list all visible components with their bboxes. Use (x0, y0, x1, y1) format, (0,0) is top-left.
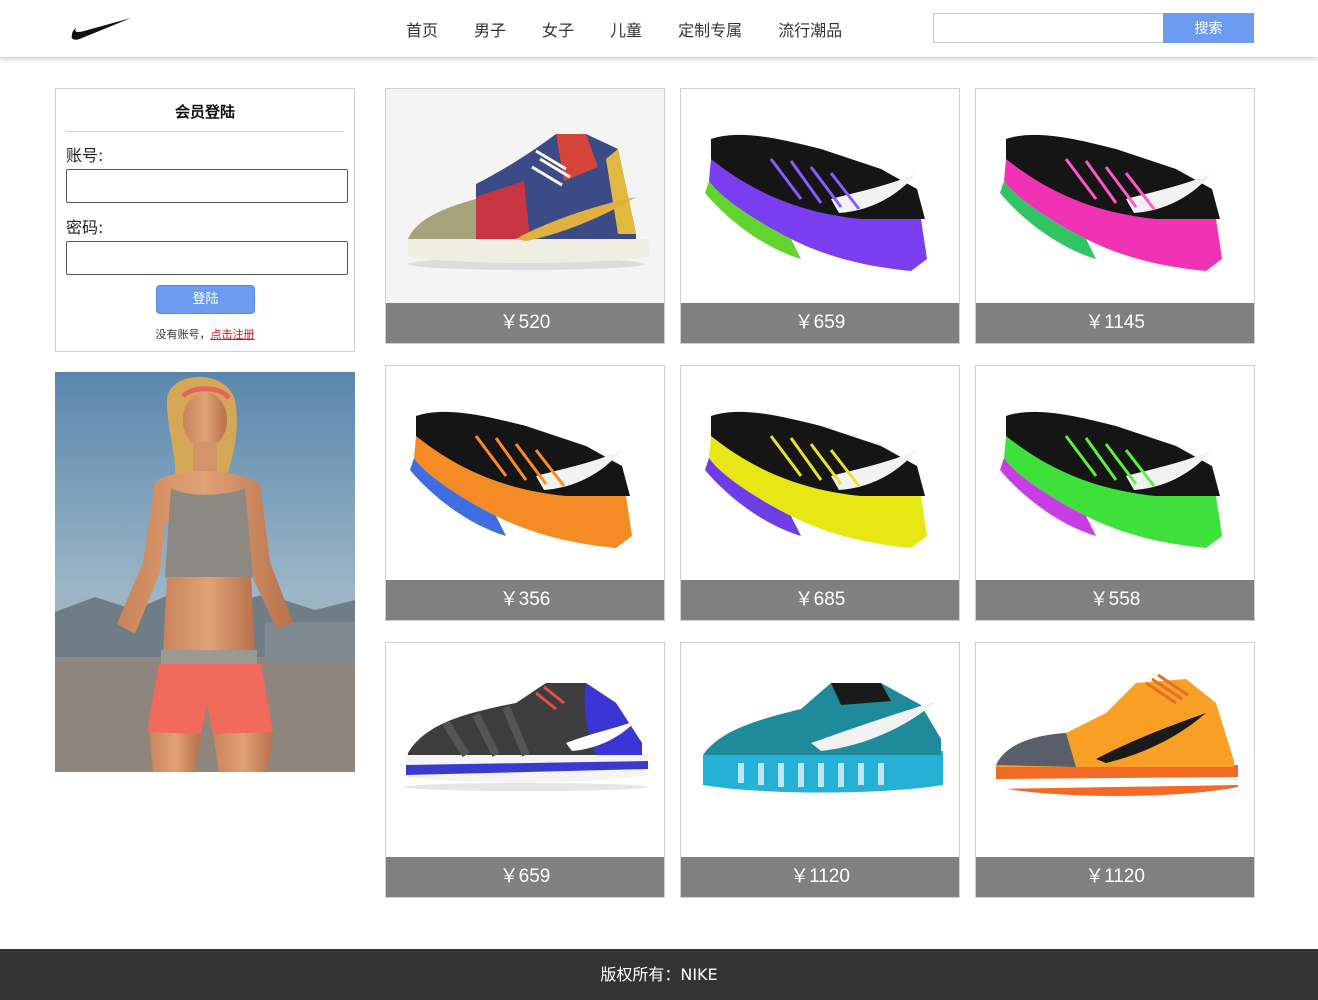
search-button[interactable]: 搜索 (1163, 13, 1254, 43)
nav-item-men[interactable]: 男子 (474, 17, 506, 41)
nav-item-custom[interactable]: 定制专属 (678, 17, 742, 41)
nav-item-kids[interactable]: 儿童 (610, 17, 642, 41)
price-label: ￥1145 (976, 303, 1254, 343)
nav-item-women[interactable]: 女子 (542, 17, 574, 41)
password-label: 密码: (66, 218, 104, 237)
nav-item-home[interactable]: 首页 (406, 17, 438, 41)
login-title: 会员登陆 (66, 101, 344, 132)
top-header: 首页 男子 女子 儿童 定制专属 流行潮品 搜索 (0, 0, 1318, 57)
copyright-text: 版权所有：NIKE (600, 965, 718, 984)
price-label: ￥1120 (681, 857, 959, 897)
product-card[interactable]: ￥659 (385, 642, 665, 898)
product-card[interactable]: ￥520 (385, 88, 665, 344)
price-label: ￥1120 (976, 857, 1254, 897)
product-card[interactable]: ￥1120 (975, 642, 1255, 898)
login-button[interactable]: 登陆 (156, 285, 255, 314)
nike-logo-icon[interactable] (70, 14, 132, 42)
account-field[interactable] (66, 169, 348, 203)
product-card[interactable]: ￥1120 (680, 642, 960, 898)
main-nav: 首页 男子 女子 儿童 定制专属 流行潮品 (388, 0, 860, 57)
product-card[interactable]: ￥1145 (975, 88, 1255, 344)
password-field[interactable] (66, 241, 348, 275)
price-label: ￥685 (681, 580, 959, 620)
footer: 版权所有：NIKE (0, 949, 1318, 1000)
air-max-black-green-purple-sneaker-image (681, 89, 959, 303)
air-max-black-blue-orange-sneaker-image (386, 366, 664, 580)
register-prompt: 没有账号， (155, 328, 211, 341)
register-link[interactable]: 点击注册 (211, 328, 255, 341)
air-max-black-green-pink-sneaker-image (976, 89, 1254, 303)
price-label: ￥520 (386, 303, 664, 343)
search-bar: 搜索 (933, 13, 1254, 43)
kobe-orange-sneaker-image (976, 643, 1254, 857)
flyknit-max-teal-sneaker-image (681, 643, 959, 857)
product-card[interactable]: ￥659 (680, 88, 960, 344)
member-login-panel: 会员登陆 账号: 密码: 登陆 没有账号，点击注册 (55, 88, 355, 352)
product-card[interactable]: ￥558 (975, 365, 1255, 621)
register-line: 没有账号，点击注册 (56, 326, 354, 342)
price-label: ￥659 (681, 303, 959, 343)
nav-item-trends[interactable]: 流行潮品 (778, 17, 842, 41)
search-input[interactable] (933, 13, 1163, 43)
price-label: ￥356 (386, 580, 664, 620)
free-trainer-grey-blue-sneaker-image (386, 643, 664, 857)
price-label: ￥659 (386, 857, 664, 897)
account-label: 账号: (66, 146, 104, 165)
price-label: ￥558 (976, 580, 1254, 620)
air-max-black-magenta-green-sneaker-image (976, 366, 1254, 580)
product-card[interactable]: ￥356 (385, 365, 665, 621)
product-card[interactable]: ￥685 (680, 365, 960, 621)
air-max-black-purple-yellow-sneaker-image (681, 366, 959, 580)
athlete-photo (55, 372, 355, 772)
blazer-mid-blue-yellow-sneaker-image (386, 89, 664, 303)
